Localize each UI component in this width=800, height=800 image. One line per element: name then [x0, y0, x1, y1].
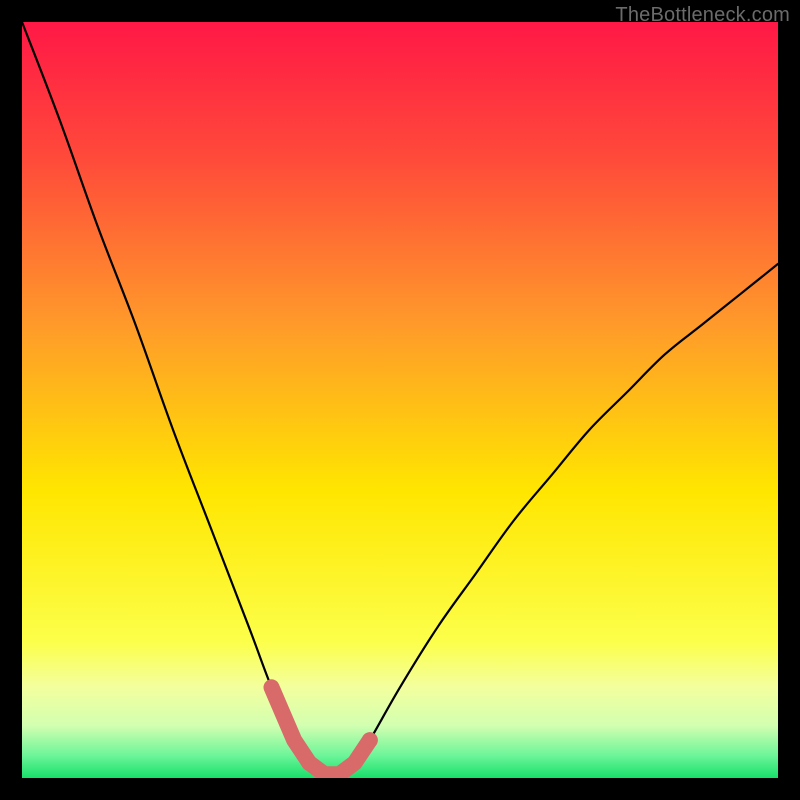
bottleneck-plot [22, 22, 778, 778]
gradient-background [22, 22, 778, 778]
watermark-text: TheBottleneck.com [615, 4, 790, 27]
chart-frame [22, 22, 778, 778]
